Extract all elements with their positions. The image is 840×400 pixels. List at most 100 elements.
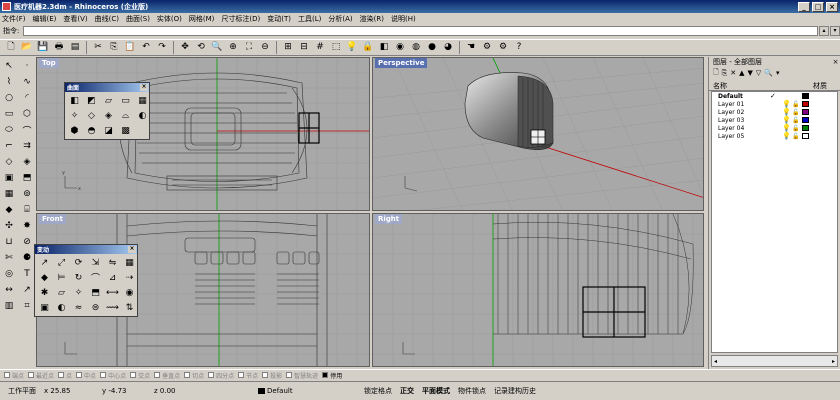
transform-palette-title[interactable]: 变动 × [35,245,137,254]
layer-lock-icon[interactable]: 🔓 [792,101,802,108]
surface-revolve-icon[interactable]: ◈ [101,109,116,122]
color-box-icon[interactable]: ◆ [1,203,17,217]
transform-mirror-icon[interactable]: ⇋ [105,256,120,269]
copy-icon[interactable]: ⎘ [107,41,121,55]
polyline-icon[interactable]: ⌇ [1,75,17,89]
status-planar[interactable]: 平面模式 [418,386,454,396]
transform-unroll-icon[interactable]: ⟿ [105,301,120,314]
osnap-checkbox[interactable] [286,372,293,378]
transform-taper-icon[interactable]: ⊿ [105,271,120,284]
osnap-checkbox[interactable] [58,372,65,378]
layer-tool-icon[interactable]: 🔍 [764,69,773,77]
menu-mesh[interactable]: 网格(M) [189,14,215,24]
layer-visibility-bulb-icon[interactable]: 💡 [782,108,792,116]
layer-tool-icon[interactable]: ▲ [739,69,744,77]
arc-icon[interactable]: ◜ [19,91,35,105]
command-input[interactable] [23,26,818,36]
viewport-perspective[interactable]: Perspective [372,57,704,211]
transform-rotate-icon[interactable]: ⟳ [71,256,86,269]
viewport-top-title[interactable]: Top [39,58,59,68]
surface-edge-icon[interactable]: ◩ [84,94,99,107]
surface-palette-close-icon[interactable]: × [140,84,148,91]
menu-edit[interactable]: 编辑(E) [33,14,57,24]
zoom-window-icon[interactable]: ⊕ [226,41,240,55]
surface-palette-title[interactable]: 曲面 × [65,83,149,92]
close-button[interactable]: × [826,1,838,12]
menu-transform[interactable]: 变动(T) [267,14,291,24]
mesh-icon[interactable]: ▦ [1,187,17,201]
menu-solid[interactable]: 实体(O) [157,14,182,24]
status-layer[interactable]: Default [254,387,360,395]
loft-icon[interactable]: ◈ [19,155,35,169]
save-icon[interactable]: 💾 [36,41,50,55]
layer-col-material[interactable]: 材质 [813,81,827,90]
osnap-option[interactable]: 投影 [262,371,282,380]
surface-plane-icon[interactable]: ▱ [101,94,116,107]
four-viewports-icon[interactable]: ⊞ [281,41,295,55]
osnap-checkbox[interactable] [208,372,215,378]
osnap-checkbox[interactable] [100,372,107,378]
layer-color-swatch[interactable] [802,101,809,107]
transform-cage-icon[interactable]: ▣ [37,301,52,314]
osnap-option[interactable]: 点 [58,371,72,380]
print-icon[interactable]: 🖶 [52,41,66,55]
layer-row[interactable]: Layer 02 💡 🔓 [712,108,837,116]
layer-tool-icon[interactable]: ▽ [756,69,761,77]
surface-icon[interactable]: ◇ [1,155,17,169]
osnap-checkbox[interactable] [154,372,161,378]
new-file-icon[interactable]: 🗋 [4,41,18,55]
trim-icon[interactable]: ✄ [1,251,17,265]
paste-icon[interactable]: 📋 [123,41,137,55]
redo-icon[interactable]: ↷ [155,41,169,55]
osnap-checkbox[interactable] [4,372,10,378]
transform-splop-icon[interactable]: ◉ [122,286,137,299]
transform-scale-icon[interactable]: ⇲ [88,256,103,269]
transform-wave-icon[interactable]: ≈ [71,301,86,314]
layer-visibility-bulb-icon[interactable]: 💡 [782,124,792,132]
spheres-icon[interactable]: ⚈ [19,251,35,265]
polygon-icon[interactable]: ⬡ [19,107,35,121]
pan-icon[interactable]: ✥ [178,41,192,55]
transform-palette-close-icon[interactable]: × [128,246,136,253]
transform-shear-icon[interactable]: ▱ [54,286,69,299]
surface-fillet-icon[interactable]: ◪ [101,124,116,137]
ellipse-icon[interactable]: ⬭ [1,123,17,137]
command-history-down-icon[interactable]: ▾ [830,26,840,36]
osnap-option[interactable]: 中心点 [100,371,126,380]
surface-offset-icon[interactable]: ◓ [84,124,99,137]
osnap-checkbox[interactable] [184,372,191,378]
transform-setpt-icon[interactable]: ✱ [37,286,52,299]
menu-surface[interactable]: 曲面(S) [126,14,150,24]
layer-icon[interactable]: ◧ [377,41,391,55]
surface-drape-icon[interactable]: ▩ [118,124,133,137]
zoom-selected-icon[interactable]: ⊖ [258,41,272,55]
status-ortho[interactable]: 正交 [396,386,418,396]
layer-lock-icon[interactable]: 🔓 [792,133,802,140]
undo-icon[interactable]: ↶ [139,41,153,55]
layer-row[interactable]: Default ✓ [712,92,837,100]
move-icon[interactable]: ✣ [1,219,17,233]
transform-copy-icon[interactable]: ⤢ [54,256,69,269]
layer-color-swatch[interactable] [802,125,809,131]
maximize-button[interactable]: □ [812,1,824,12]
menu-view[interactable]: 查看(V) [63,14,87,24]
offset-icon[interactable]: ⇉ [19,139,35,153]
color-wheel-icon[interactable]: ◉ [393,41,407,55]
osnap-option[interactable]: 中点 [76,371,96,380]
layer-tool-icon[interactable]: ▼ [748,69,753,77]
layer-lock-icon[interactable]: 🔓 [792,125,802,132]
properties-icon[interactable]: ▤ [68,41,82,55]
surface-extrude-icon[interactable]: ▭ [118,94,133,107]
layer-lock-icon[interactable]: 🔓 [792,109,802,116]
select-arrow-icon[interactable]: ↖ [1,59,17,73]
layer-color-swatch[interactable] [802,93,809,99]
scroll-left-icon[interactable]: ◂ [714,358,717,365]
layer-tool-icon[interactable]: ✕ [730,69,736,77]
open-file-icon[interactable]: 📂 [20,41,34,55]
osnap-checkbox[interactable] [76,372,83,378]
zoom-extents-icon[interactable]: ⛶ [242,41,256,55]
surface-corner-icon[interactable]: ◧ [67,94,82,107]
transform-flow-icon[interactable]: ⇢ [122,271,137,284]
rotate-view-icon[interactable]: ⟲ [194,41,208,55]
transform-sphere-icon[interactable]: ◐ [54,301,69,314]
